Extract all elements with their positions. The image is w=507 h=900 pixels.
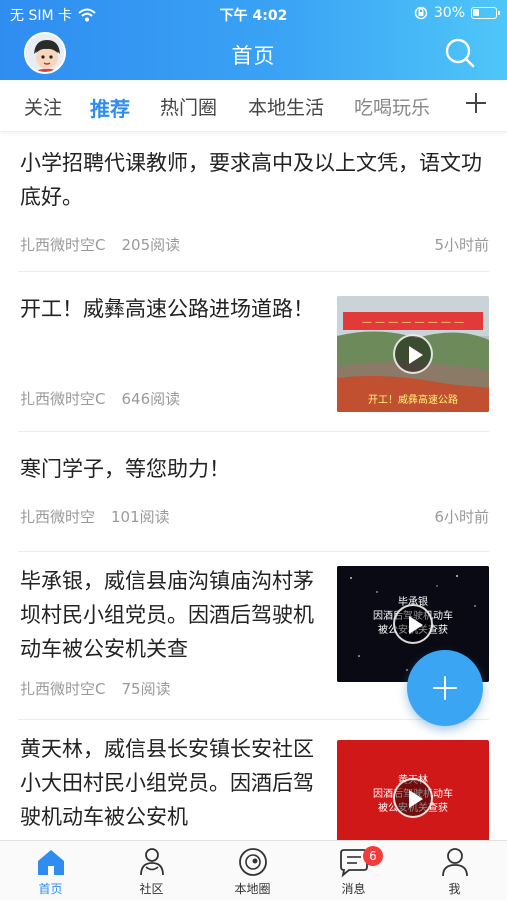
play-icon (393, 604, 433, 644)
feed-item-author: 扎西微时空C (20, 680, 106, 698)
bottom-tab-profile[interactable]: 我 (404, 845, 505, 897)
app-header: 无 SIM 卡 下午 4:02 30% 首页 (0, 0, 507, 80)
bottom-tab-messages[interactable]: 6 消息 (303, 845, 404, 897)
orientation-lock-icon (414, 6, 428, 20)
bottom-tab-home[interactable]: 首页 (0, 845, 101, 897)
feed-item-meta: 扎西微时空 101阅读 (20, 506, 170, 527)
profile-icon (441, 848, 468, 877)
feed-item-time: 6小时前 (434, 508, 489, 526)
bottom-tab-local-circle[interactable]: 本地圈 (202, 845, 303, 897)
battery-percent: 30% (433, 5, 465, 21)
tab-recommend[interactable]: 推荐 (90, 93, 130, 122)
tab-follow[interactable]: 关注 (24, 93, 62, 120)
svg-text:— — — — — — — —: — — — — — — — — (362, 317, 464, 328)
home-icon (37, 850, 64, 875)
feed-item-author: 扎西微时空C (20, 390, 106, 408)
nav-bar: 首页 (0, 28, 507, 80)
feed-item-reads: 646阅读 (121, 390, 181, 408)
feed-item-title: 开工！威彝高速公路进场道路！ (20, 297, 314, 321)
plus-icon (466, 93, 486, 113)
feed-item-meta: 扎西微时空C 75阅读 (20, 678, 171, 699)
feed-item-title: 寒门学子，等您助力！ (20, 457, 230, 481)
feed-item-title: 毕承银，威信县庙沟镇庙沟村茅坝村民小组党员。因酒后驾驶机动车被公安机关查 (20, 569, 314, 661)
feed-item[interactable]: 寒门学子，等您助力！ 扎西微时空 101阅读 6小时前 (0, 432, 507, 552)
unread-badge: 6 (363, 846, 383, 866)
feed-item-title: 黄天林，威信县长安镇长安社区小大田村民小组党员。因酒后驾驶机动车被公安机 (20, 737, 314, 829)
search-icon (445, 38, 475, 68)
feed-item-thumbnail[interactable]: — — — — — — — — 开工！威彝高速公路 (337, 296, 489, 412)
feed-item-author: 扎西微时空C (20, 236, 106, 254)
battery-icon (471, 7, 500, 19)
feed-item[interactable]: 黄天林，威信县长安镇长安社区小大田村民小组党员。因酒后驾驶机动车被公安机 黄天林… (0, 720, 507, 840)
feed-item-meta: 扎西微时空C 646阅读 (20, 388, 180, 409)
bottom-tab-bar: 首页 社区 本地圈 6 消息 我 (0, 840, 507, 900)
feed-item[interactable]: 开工！威彝高速公路进场道路！ 扎西微时空C 646阅读 — — — — — — … (0, 272, 507, 432)
feed-item-title: 小学招聘代课教师，要求高中及以上文凭，语文功底好。 (20, 151, 482, 209)
category-tabs: 关注 推荐 热门圈 本地生活 吃喝玩乐 (0, 80, 507, 132)
community-icon (139, 848, 164, 876)
feed-item-reads: 205阅读 (121, 236, 181, 254)
play-icon (393, 334, 433, 374)
add-tab-button[interactable] (463, 90, 489, 116)
feed-item-author: 扎西微时空 (20, 508, 96, 526)
feed-item-reads: 101阅读 (111, 508, 170, 526)
tab-local-life[interactable]: 本地生活 (248, 93, 324, 120)
feed-item-time: 5小时前 (434, 236, 489, 254)
feed-item-meta: 扎西微时空C 205阅读 (20, 234, 180, 255)
local-circle-icon (238, 848, 267, 876)
tab-hot-circles[interactable]: 热门圈 (160, 93, 217, 120)
bottom-tab-community[interactable]: 社区 (101, 845, 202, 897)
thumbnail-caption: 开工！威彝高速公路 (368, 395, 458, 406)
play-icon (393, 778, 433, 818)
page-title: 首页 (231, 44, 276, 68)
feed-item-thumbnail[interactable]: 黄天林 因酒后驾驶机动车 被公安机关查获 (337, 740, 489, 840)
tab-food-fun[interactable]: 吃喝玩乐 (354, 93, 430, 120)
feed-item-reads: 75阅读 (121, 680, 171, 698)
create-post-button[interactable] (407, 650, 483, 726)
status-bar: 无 SIM 卡 下午 4:02 30% (0, 0, 507, 28)
search-button[interactable] (443, 36, 477, 70)
feed-item[interactable]: 小学招聘代课教师，要求高中及以上文凭，语文功底好。 扎西微时空C 205阅读 5… (0, 132, 507, 272)
news-feed: 小学招聘代课教师，要求高中及以上文凭，语文功底好。 扎西微时空C 205阅读 5… (0, 132, 507, 840)
